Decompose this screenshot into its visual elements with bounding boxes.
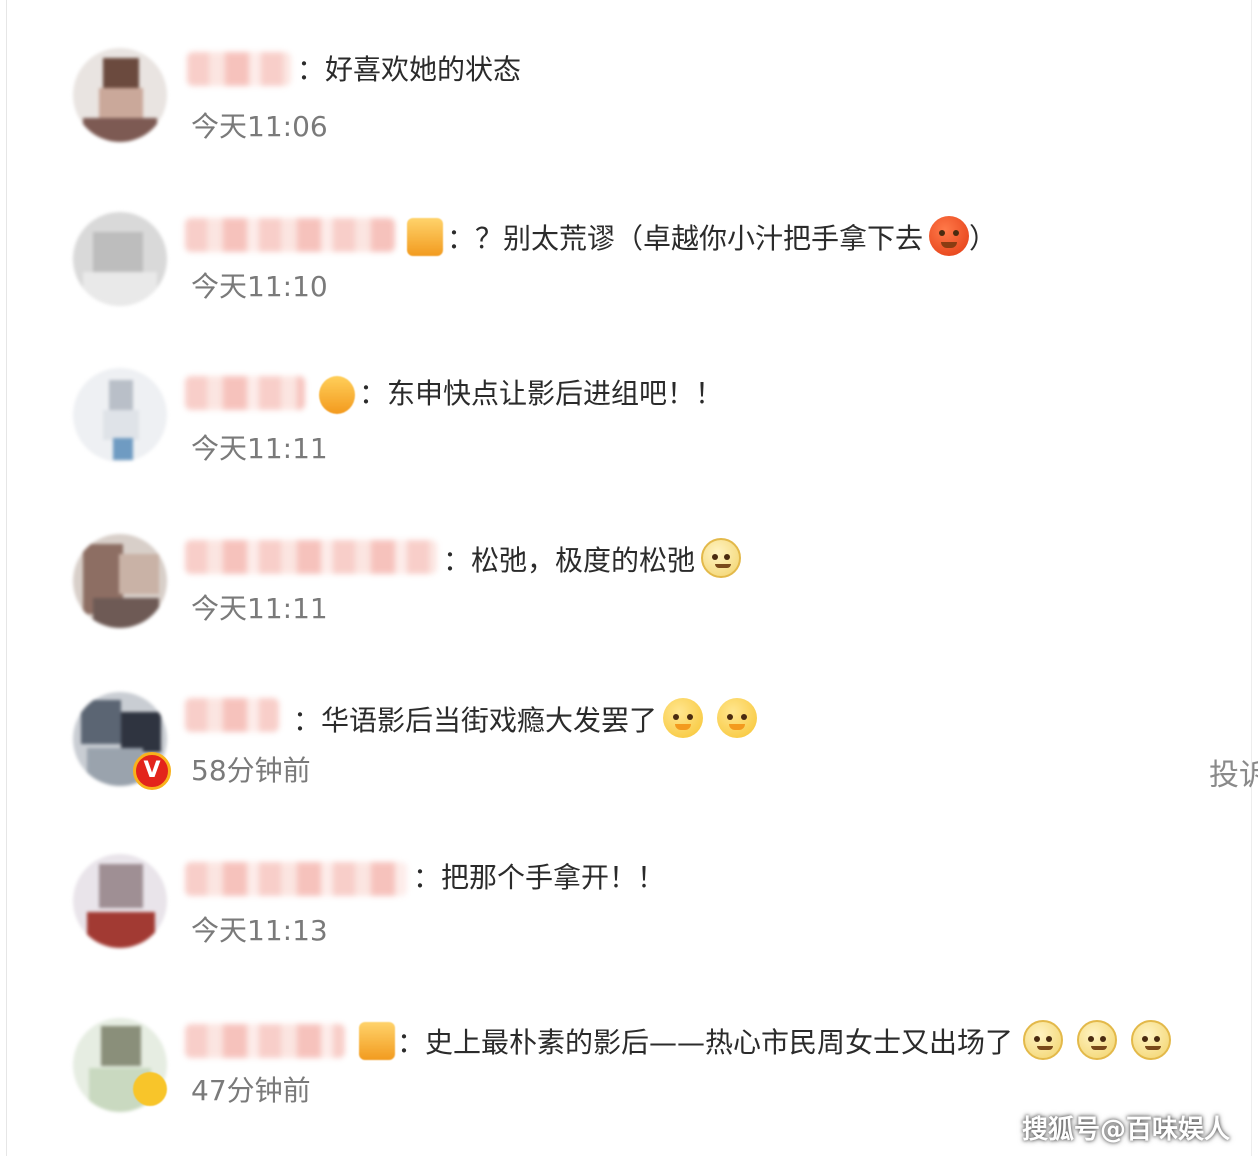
comment-item: ：好喜欢她的状态 今天11:06 xyxy=(7,40,1258,190)
username-blurred[interactable] xyxy=(185,540,437,574)
member-badge-icon xyxy=(319,376,355,414)
report-link[interactable]: 投诉 xyxy=(1209,756,1258,796)
comment-text-main: ：史上最朴素的影后——热心市民周女士又出场了 xyxy=(397,1026,1014,1059)
comment-text-main: ：？别太荒谬（卓越你小汁把手拿下去 xyxy=(447,222,924,255)
comment-text: ：华语影后当街戏瘾大发罢了 xyxy=(293,698,758,739)
comment-text: ：把那个手拿开！！ xyxy=(413,861,666,894)
comment-text: ：史上最朴素的影后——热心市民周女士又出场了 xyxy=(397,1020,1172,1061)
dog-face-icon xyxy=(1131,1020,1172,1060)
comment-item: ：？别太荒谬（卓越你小汁把手拿下去 ） 今天11:10 xyxy=(7,202,1258,352)
member-badge-icon xyxy=(359,1022,395,1060)
comment-item: V ：华语影后当街戏瘾大发罢了 58分钟前 xyxy=(7,686,1258,836)
comment-time: 今天11:13 xyxy=(191,914,328,947)
watermark: 搜狐号@百味娱人 xyxy=(1021,1115,1230,1145)
comment-time: 47分钟前 xyxy=(191,1074,311,1107)
comment-time: 今天11:06 xyxy=(191,110,328,143)
comment-item: ：把那个手拿开！！ 今天11:13 xyxy=(7,848,1258,998)
username-blurred[interactable] xyxy=(185,376,305,410)
username-blurred[interactable] xyxy=(185,862,407,896)
comment-time: 58分钟前 xyxy=(191,754,311,787)
comment-text-main: ：松弛，极度的松弛 xyxy=(443,544,696,577)
member-badge-icon xyxy=(133,1072,167,1106)
member-badge-icon xyxy=(407,218,443,256)
comment-text: ：？别太荒谬（卓越你小汁把手拿下去 ） xyxy=(447,216,997,257)
comment-text: ：松弛，极度的松弛 xyxy=(443,538,742,579)
comment-time: 今天11:11 xyxy=(191,592,328,625)
worried-face-icon xyxy=(717,698,758,738)
dog-face-icon xyxy=(1077,1020,1118,1060)
comment-text: ：东申快点让影后进组吧！！ xyxy=(359,377,724,410)
dog-face-icon xyxy=(701,538,742,578)
worried-face-icon xyxy=(663,698,704,738)
comment-list: ：好喜欢她的状态 今天11:06 ：？别太荒谬（卓越你小汁把手拿下去 ） 今天11… xyxy=(6,0,1258,1156)
avatar[interactable] xyxy=(73,48,167,142)
avatar[interactable] xyxy=(73,212,167,306)
username-blurred[interactable] xyxy=(185,218,395,252)
avatar[interactable] xyxy=(73,368,167,462)
username-blurred[interactable] xyxy=(187,52,291,86)
avatar[interactable] xyxy=(73,854,167,948)
angry-face-icon xyxy=(929,216,970,256)
comment-text: ：好喜欢她的状态 xyxy=(297,53,522,86)
comment-time: 今天11:11 xyxy=(191,432,328,465)
verified-badge-icon: V xyxy=(133,752,171,790)
comment-text-tail: ） xyxy=(969,222,998,255)
comment-text-main: ：华语影后当街戏瘾大发罢了 xyxy=(293,704,658,737)
comment-time: 今天11:10 xyxy=(191,270,328,303)
comment-item: ：东申快点让影后进组吧！！ 今天11:11 xyxy=(7,362,1258,512)
avatar[interactable] xyxy=(73,534,167,628)
dog-face-icon xyxy=(1023,1020,1064,1060)
username-blurred[interactable] xyxy=(185,698,279,732)
comment-item: ：松弛，极度的松弛 今天11:11 xyxy=(7,524,1258,674)
username-blurred[interactable] xyxy=(185,1024,345,1058)
